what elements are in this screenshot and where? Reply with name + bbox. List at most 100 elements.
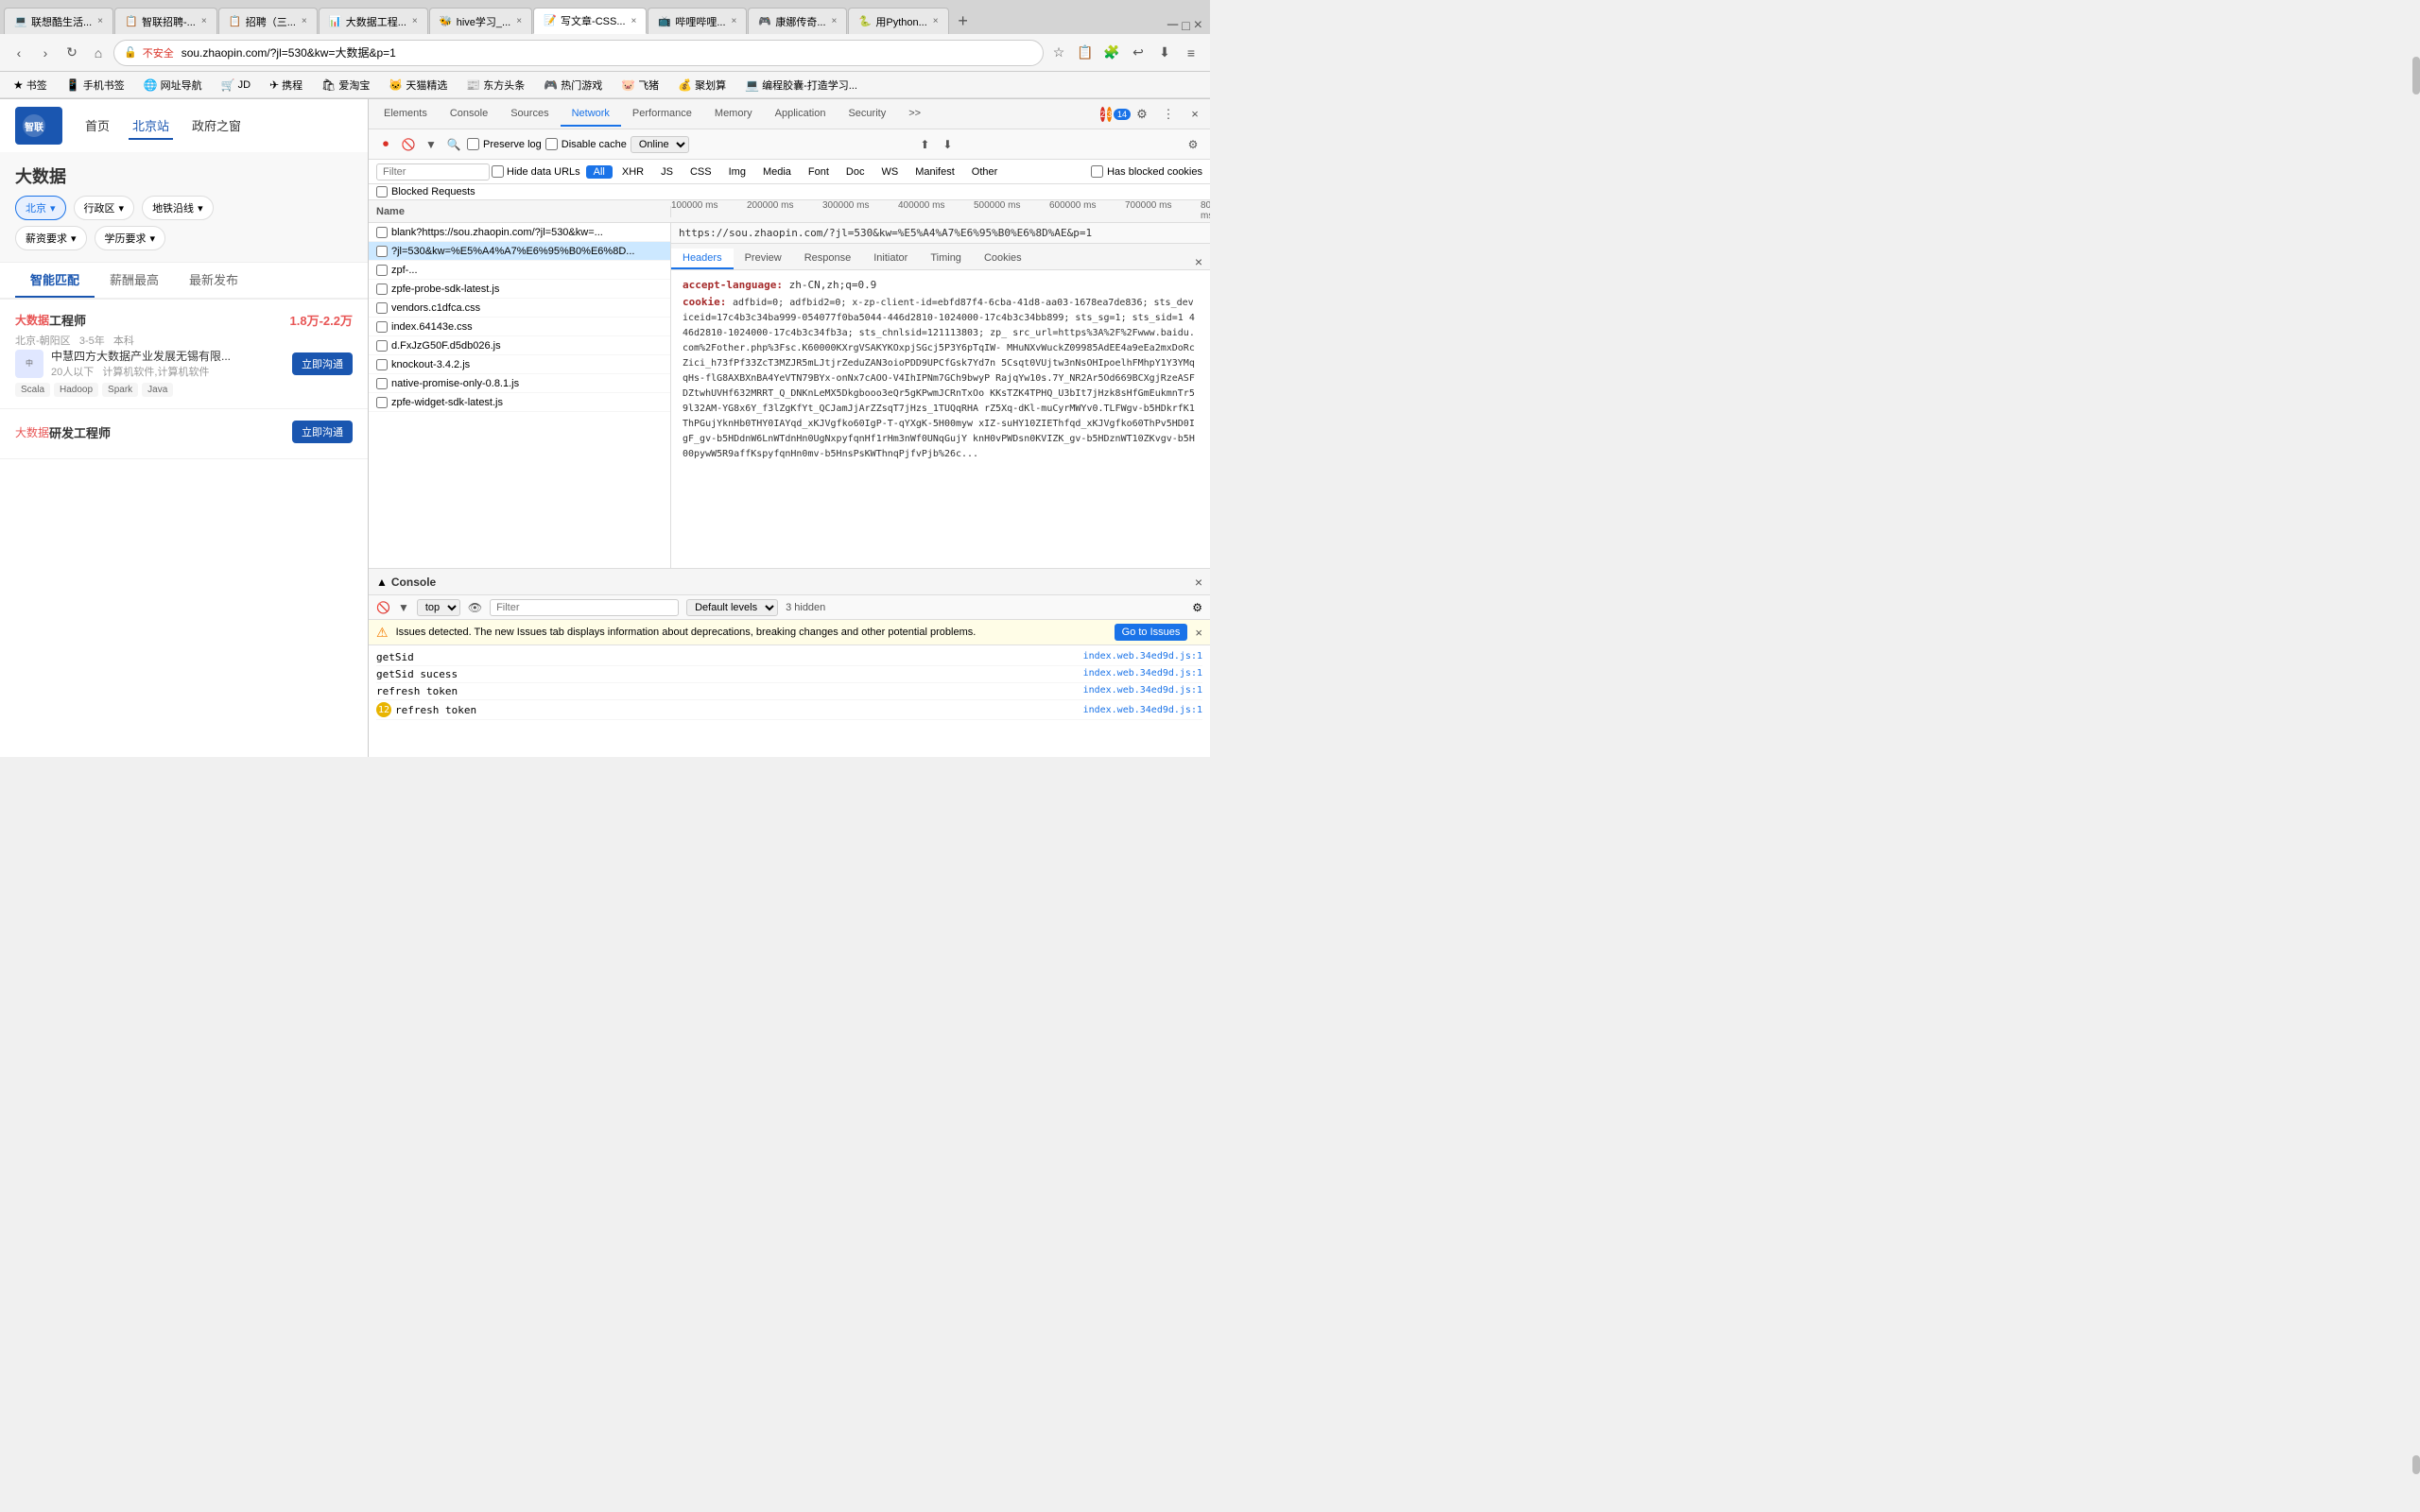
disable-cache-label[interactable]: Disable cache [545,138,627,150]
devtools-tab-performance[interactable]: Performance [621,102,703,127]
detail-tab-cookies[interactable]: Cookies [973,249,1033,269]
devtools-tab-console[interactable]: Console [439,102,499,127]
filter-all-btn[interactable]: All [586,165,613,179]
devtools-tab-sources[interactable]: Sources [499,102,560,127]
tab-hive[interactable]: 🐝 hive学习_... × [429,8,532,34]
req-checkbox-2[interactable] [376,265,388,276]
site-tab-salary[interactable]: 薪酬最高 [95,263,174,298]
tab-close-4[interactable]: × [412,16,418,26]
clear-btn[interactable]: 🚫 [399,135,418,154]
has-blocked-checkbox[interactable] [1091,165,1103,178]
go-to-issues-btn[interactable]: Go to Issues [1115,624,1188,641]
filter-doc-btn[interactable]: Doc [838,165,873,179]
filter-img-btn[interactable]: Img [721,165,753,179]
request-item-2[interactable]: zpf-... [369,261,670,280]
detail-close-btn[interactable]: × [1195,254,1202,269]
tab-python[interactable]: 🐍 用Python... × [848,8,948,34]
tab-bilibili[interactable]: 📺 哔哩哔哩... × [648,8,747,34]
console-close-btn[interactable]: × [1195,575,1202,590]
request-item-9[interactable]: zpfe-widget-sdk-latest.js [369,393,670,412]
tab-close-6[interactable]: × [631,16,637,26]
devtools-tab-more[interactable]: >> [897,102,932,127]
collections-icon[interactable]: 📋 [1074,42,1097,64]
msg-source-3[interactable]: index.web.34ed9d.js:1 [1083,705,1202,715]
nav-beijing[interactable]: 北京站 [129,112,173,140]
download-btn[interactable]: ⬇ [938,135,957,154]
network-filter-input[interactable] [376,163,490,180]
request-item-0[interactable]: blank?https://sou.zhaopin.com/?jl=530&kw… [369,223,670,242]
bookmark-games[interactable]: 🎮 热门游戏 [538,76,608,94]
menu-icon[interactable]: ≡ [1180,42,1202,64]
preserve-log-checkbox[interactable] [467,138,479,150]
job-item-2[interactable]: 大数据 研发工程师 立即沟通 [0,409,368,459]
blocked-requests-checkbox[interactable] [376,186,388,198]
tab-zhilian[interactable]: 📋 智联招聘-... × [114,8,217,34]
filter-chip-edu[interactable]: 学历要求 ▾ [95,226,166,250]
nav-gov[interactable]: 政府之窗 [188,112,245,140]
request-item-8[interactable]: native-promise-only-0.8.1.js [369,374,670,393]
tab-close-8[interactable]: × [832,16,838,26]
site-tab-match[interactable]: 智能匹配 [15,263,95,298]
console-tab[interactable]: Console [391,576,436,589]
console-filter-input[interactable] [490,599,679,616]
detail-tab-headers[interactable]: Headers [671,249,734,269]
filter-css-btn[interactable]: CSS [683,165,719,179]
forward-button[interactable]: › [34,42,57,64]
new-tab-button[interactable]: + [950,8,977,34]
bookmark-tmall[interactable]: 🐱 天猫精选 [383,76,453,94]
filter-chip-metro[interactable]: 地铁沿线 ▾ [142,196,214,220]
detail-tab-preview[interactable]: Preview [734,249,793,269]
filter-chip-district[interactable]: 行政区 ▾ [74,196,135,220]
bookmark-feizhu[interactable]: 🐷 飞猪 [615,76,665,94]
filter-btn[interactable]: ▼ [422,135,441,154]
console-eye-icon[interactable]: 👁 [468,601,482,614]
req-checkbox-1[interactable] [376,246,388,257]
record-btn[interactable]: ⏺ [376,135,395,154]
req-checkbox-0[interactable] [376,227,388,238]
req-checkbox-3[interactable] [376,284,388,295]
bookmark-juhua[interactable]: 💰 聚划算 [672,76,732,94]
nav-home[interactable]: 首页 [81,112,113,140]
address-input[interactable] [182,46,1033,60]
req-checkbox-7[interactable] [376,359,388,370]
contact-btn-2[interactable]: 立即沟通 [292,421,353,443]
filter-ws-btn[interactable]: WS [873,165,906,179]
request-item-3[interactable]: zpfe-probe-sdk-latest.js [369,280,670,299]
msg-source-0[interactable]: index.web.34ed9d.js:1 [1083,651,1202,662]
address-bar[interactable]: 🔓 不安全 [113,40,1044,66]
filter-chip-salary[interactable]: 薪资要求 ▾ [15,226,87,250]
upload-btn[interactable]: ⬆ [915,135,934,154]
devtools-tab-application[interactable]: Application [764,102,838,127]
devtools-dock-btn[interactable]: ⋮ [1157,103,1180,126]
filter-xhr-btn[interactable]: XHR [614,165,651,179]
detail-tab-timing[interactable]: Timing [919,249,973,269]
tab-close-9[interactable]: × [933,16,939,26]
request-item-7[interactable]: knockout-3.4.2.js [369,355,670,374]
bookmark-taobao[interactable]: 🛍 爱淘宝 [316,76,375,94]
network-settings-btn[interactable]: ⚙ [1184,135,1202,154]
devtools-tab-security[interactable]: Security [837,102,897,127]
close-browser-button[interactable]: × [1194,17,1202,34]
minimize-button[interactable]: ─ [1167,17,1178,34]
tab-close-2[interactable]: × [201,16,207,26]
console-context-select[interactable]: top [417,599,460,616]
filter-chip-beijing[interactable]: 北京 ▾ [15,196,66,220]
req-checkbox-5[interactable] [376,321,388,333]
request-item-5[interactable]: index.64143e.css [369,318,670,336]
throttle-select[interactable]: Online [631,136,689,153]
devtools-tab-network[interactable]: Network [561,102,621,127]
detail-tab-response[interactable]: Response [793,249,863,269]
devtools-tab-elements[interactable]: Elements [372,102,439,127]
msg-source-1[interactable]: index.web.34ed9d.js:1 [1083,668,1202,679]
tab-bigdata[interactable]: 📊 大数据工程... × [319,8,428,34]
home-button[interactable]: ⌂ [87,42,110,64]
console-clear-btn[interactable]: 🚫 [376,601,390,614]
console-expand-icon[interactable]: ▲ [376,576,388,589]
job-item-1[interactable]: 大数据 工程师 1.8万-2.2万 北京-朝阳区 3-5年 本科 中 [0,300,368,409]
filter-font-btn[interactable]: Font [801,165,837,179]
request-item-1[interactable]: ?jl=530&kw=%E5%A4%A7%E6%95%B0%E6%8D... [369,242,670,261]
tab-zhaopin[interactable]: 📋 招聘（三... × [218,8,318,34]
bookmark-mobile[interactable]: 📱 手机书签 [60,76,130,94]
devtools-settings-btn[interactable]: ⚙ [1131,103,1153,126]
console-settings-btn[interactable]: ⚙ [1192,601,1202,614]
